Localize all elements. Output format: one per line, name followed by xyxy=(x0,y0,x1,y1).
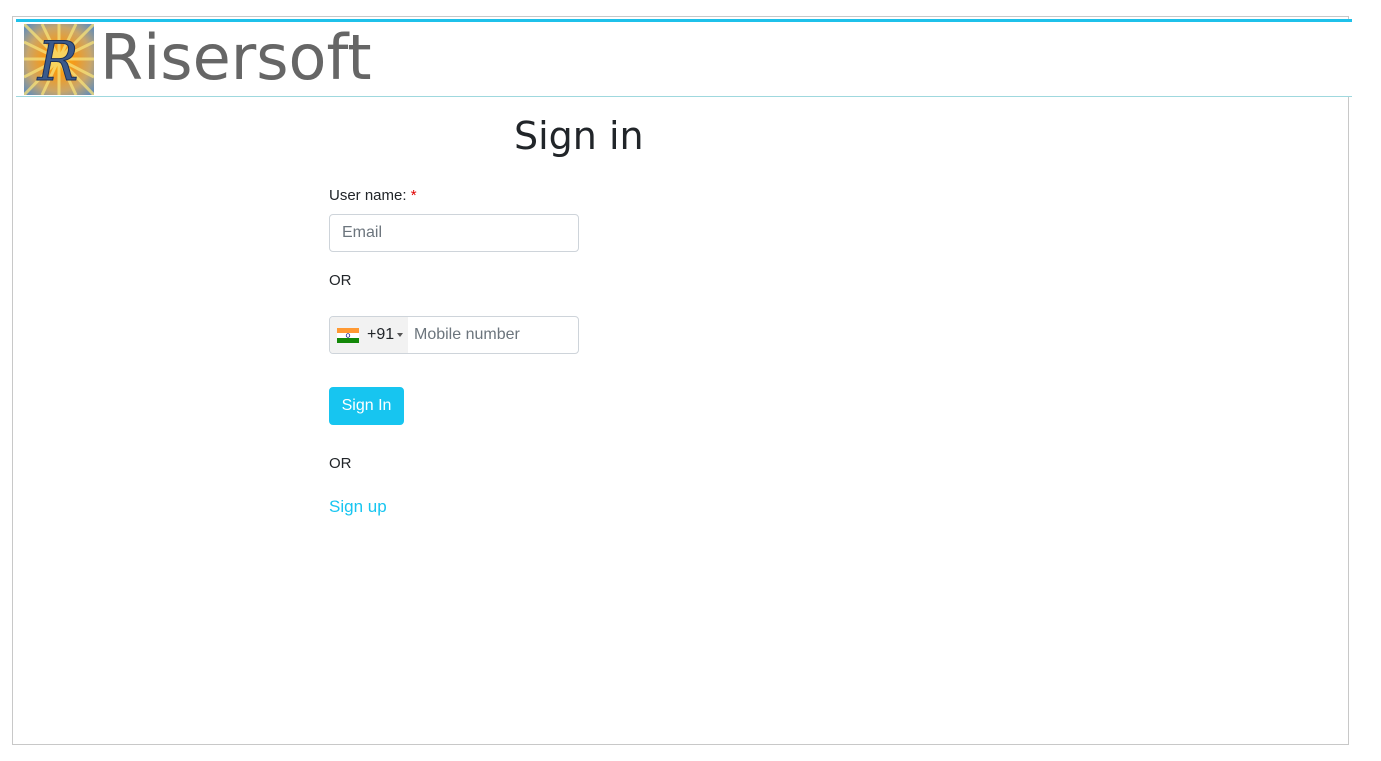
sign-up-link[interactable]: Sign up xyxy=(329,496,387,518)
or-separator-2: OR xyxy=(329,455,352,472)
required-mark: * xyxy=(410,187,417,204)
or-separator: OR xyxy=(329,272,352,289)
phone-field: +91 xyxy=(329,316,579,354)
country-code-selector[interactable]: +91 xyxy=(330,317,408,353)
logo-letter: R xyxy=(37,30,79,93)
mobile-number-input[interactable] xyxy=(408,317,578,353)
india-flag-icon xyxy=(337,328,359,343)
page-frame xyxy=(12,16,1349,745)
chevron-down-icon xyxy=(397,333,403,337)
site-header: R Risersoft xyxy=(16,19,1352,97)
brand-name: Risersoft xyxy=(100,21,372,94)
risersoft-logo-icon[interactable]: R xyxy=(24,24,94,95)
country-dial-code: +91 xyxy=(367,326,395,343)
username-label: User name: * xyxy=(329,186,417,206)
page-title: Sign in xyxy=(514,114,644,158)
sign-in-button[interactable]: Sign In xyxy=(329,387,404,425)
username-label-text: User name: xyxy=(329,187,407,204)
email-input[interactable] xyxy=(329,214,579,252)
